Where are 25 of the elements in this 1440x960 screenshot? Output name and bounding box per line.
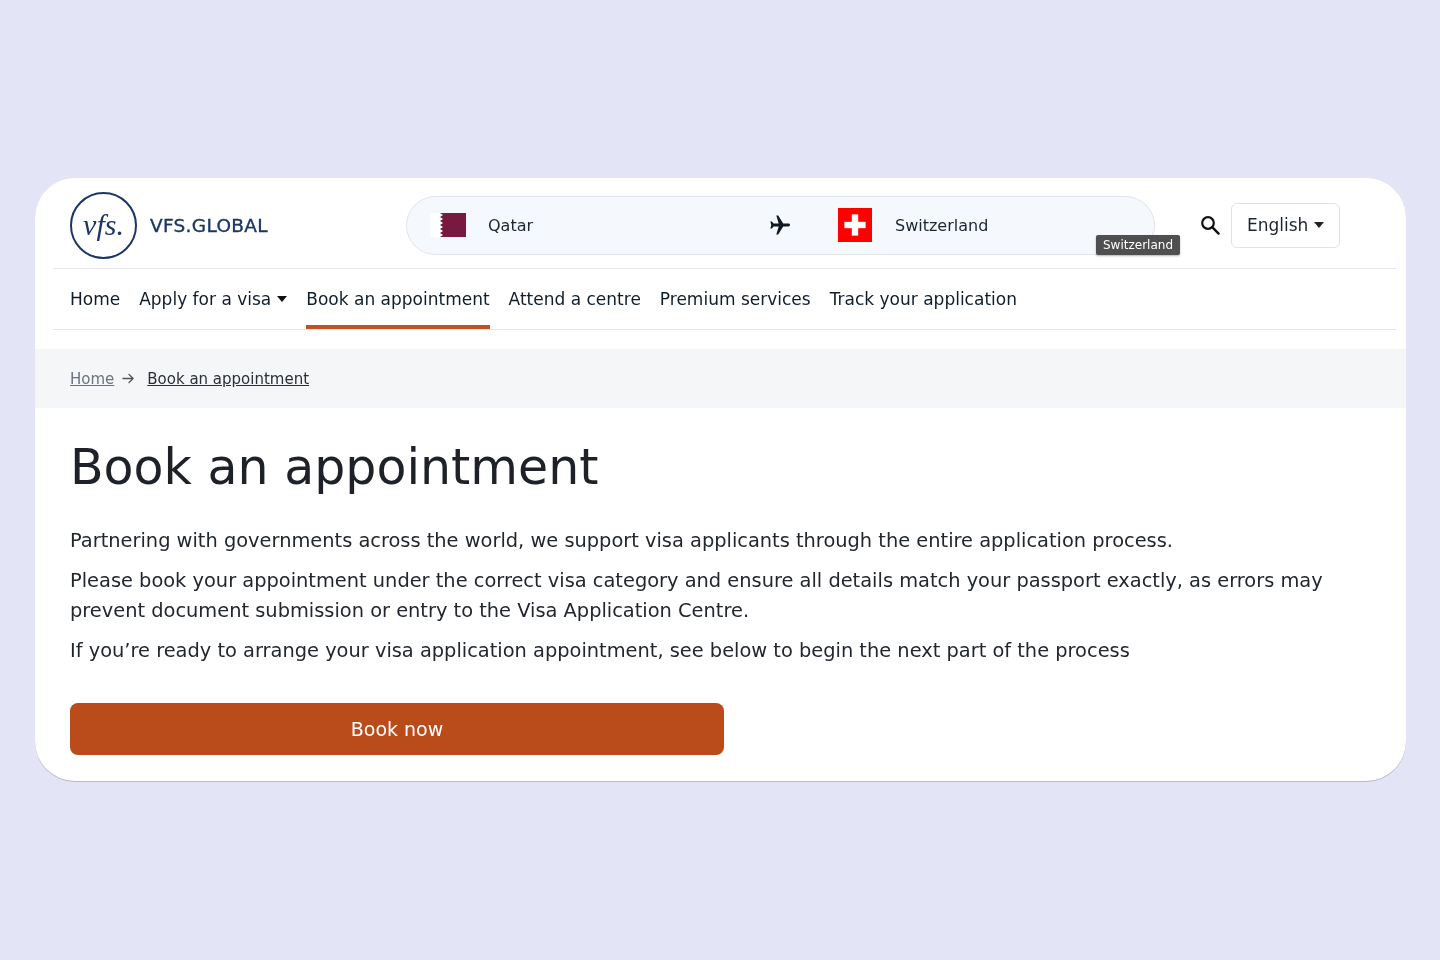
tooltip: Switzerland [1096,234,1180,255]
nav-tab[interactable]: Attend a centre [508,269,641,329]
nav-tab[interactable]: Home [70,269,121,329]
arrow-icon [122,373,136,384]
country-selector[interactable]: Switzerland [838,208,989,242]
flag-icon [838,208,872,242]
search-icon[interactable] [1200,215,1220,235]
paragraph: Please book your appointment under the correct visa category and ensure all details match your passport exactly, as errors may prevent document submission or entry to the Visa Application Centre. [70,568,1324,624]
nav-tab[interactable]: Apply for a visa [139,269,288,329]
nav-tab[interactable]: Premium services [659,269,811,329]
brand-name: VFS.GLOBAL [150,214,268,236]
language-dropdown[interactable]: English [1231,202,1341,248]
breadcrumb-link[interactable]: Home [70,369,115,388]
caret-icon [1314,222,1325,228]
paragraph: If you’re ready to arrange your visa application appointment, see below to begin the next part of the process [70,638,1131,664]
caret-icon [277,296,288,302]
page-title: Book an appointment [70,438,600,498]
country-selector[interactable]: Qatar [430,213,768,237]
logo-emblem: vfs. [70,191,137,259]
breadcrumb-link[interactable]: Book an appointment [147,369,310,388]
nav-tab[interactable]: Track your application [829,269,1017,329]
book-now-button[interactable]: Book now [70,703,724,755]
flag-icon [430,213,466,237]
airplane-icon [768,213,792,237]
paragraph: Partnering with governments across the world, we support visa applicants through the entire application process. [70,528,1174,554]
